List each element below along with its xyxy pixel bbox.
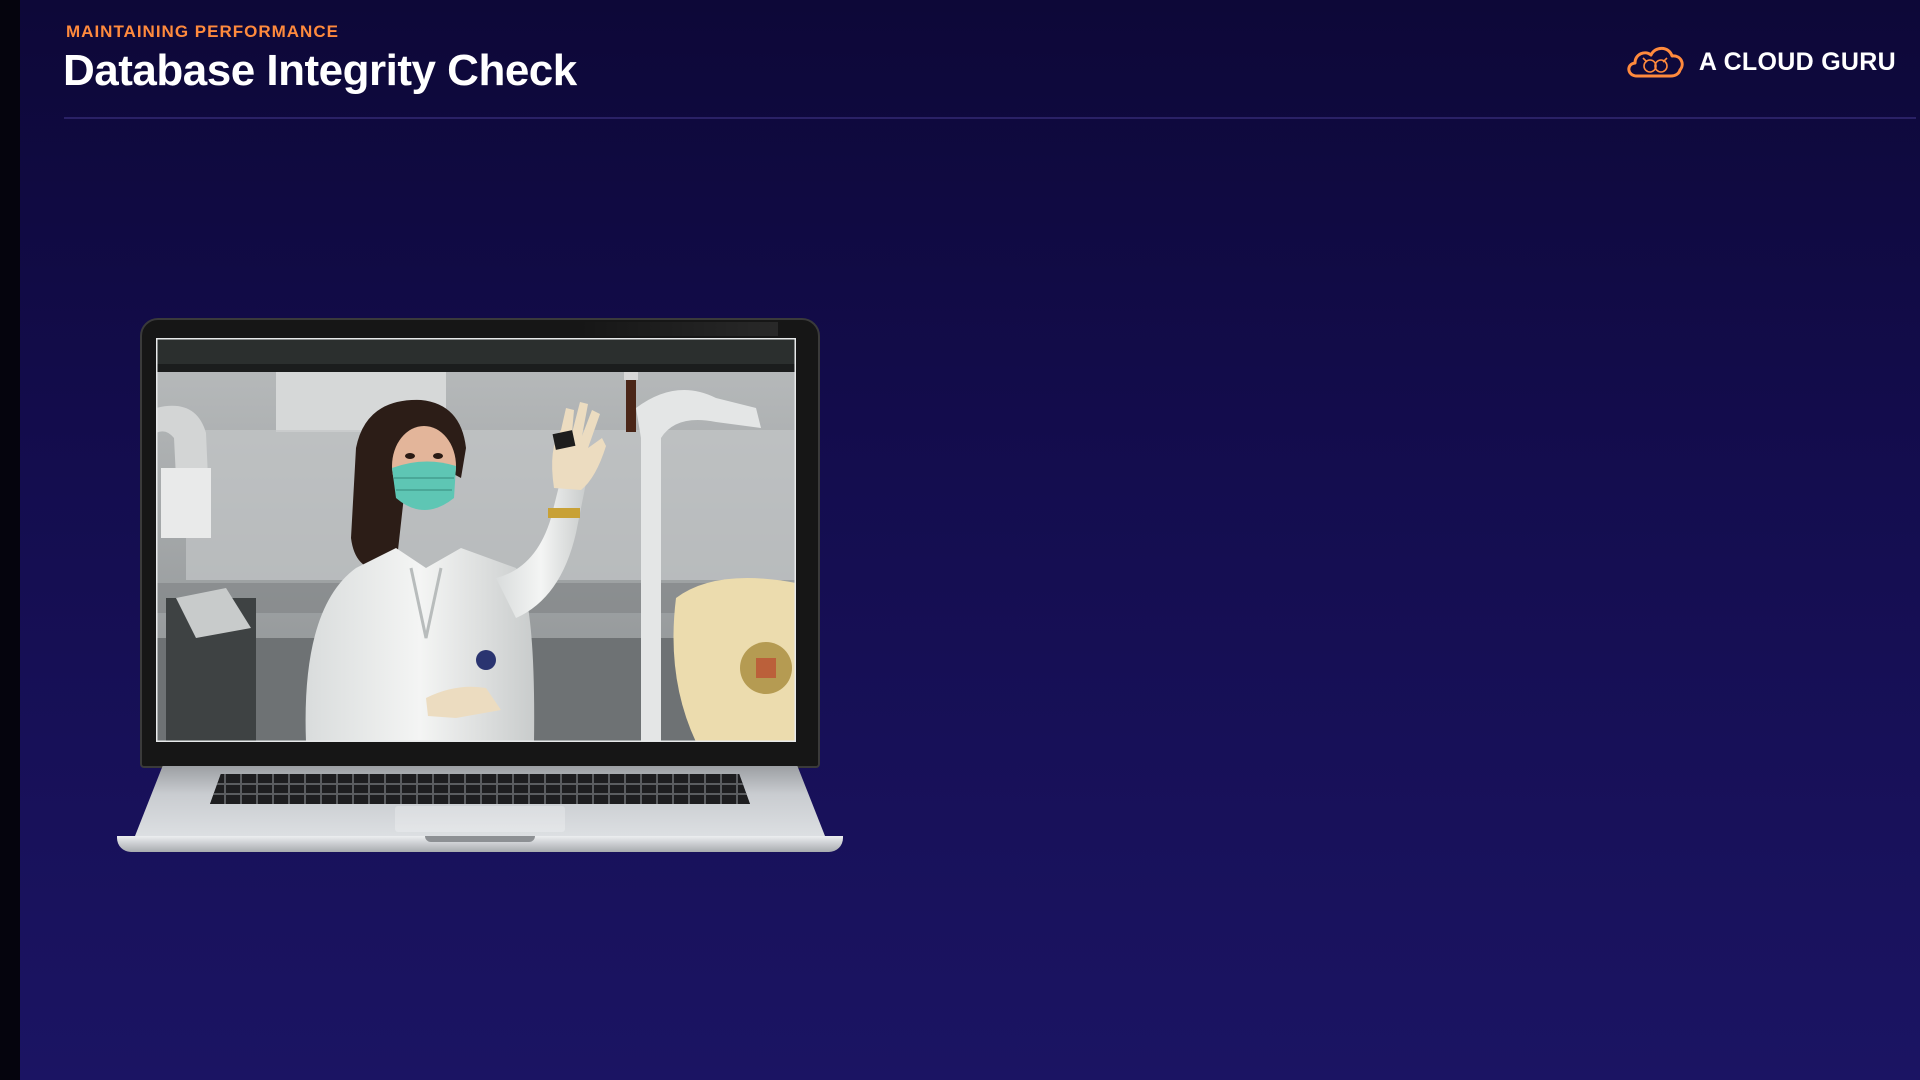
laptop-keyboard <box>210 774 750 804</box>
cloud-guru-logo-icon <box>1623 42 1687 82</box>
lid-glare <box>578 322 778 336</box>
section-eyebrow: MAINTAINING PERFORMANCE <box>66 22 339 41</box>
laptop-opening-notch <box>425 836 535 842</box>
laptop-base <box>95 766 865 852</box>
lab-technician-image <box>156 338 796 742</box>
brand-name: A CLOUD GURU <box>1698 47 1896 76</box>
page-title: Database Integrity Check <box>63 46 577 95</box>
laptop-screen-video <box>156 338 796 742</box>
laptop-illustration <box>95 318 865 853</box>
slide: MAINTAINING PERFORMANCE Database Integri… <box>20 0 1920 1080</box>
left-edge-strip <box>0 0 20 1080</box>
brand-logo: A CLOUD GURU <box>1623 42 1896 82</box>
laptop-trackpad <box>395 806 565 832</box>
header-divider <box>64 117 1916 119</box>
laptop-lid <box>140 318 820 768</box>
slide-stage: MAINTAINING PERFORMANCE Database Integri… <box>0 0 1920 1080</box>
